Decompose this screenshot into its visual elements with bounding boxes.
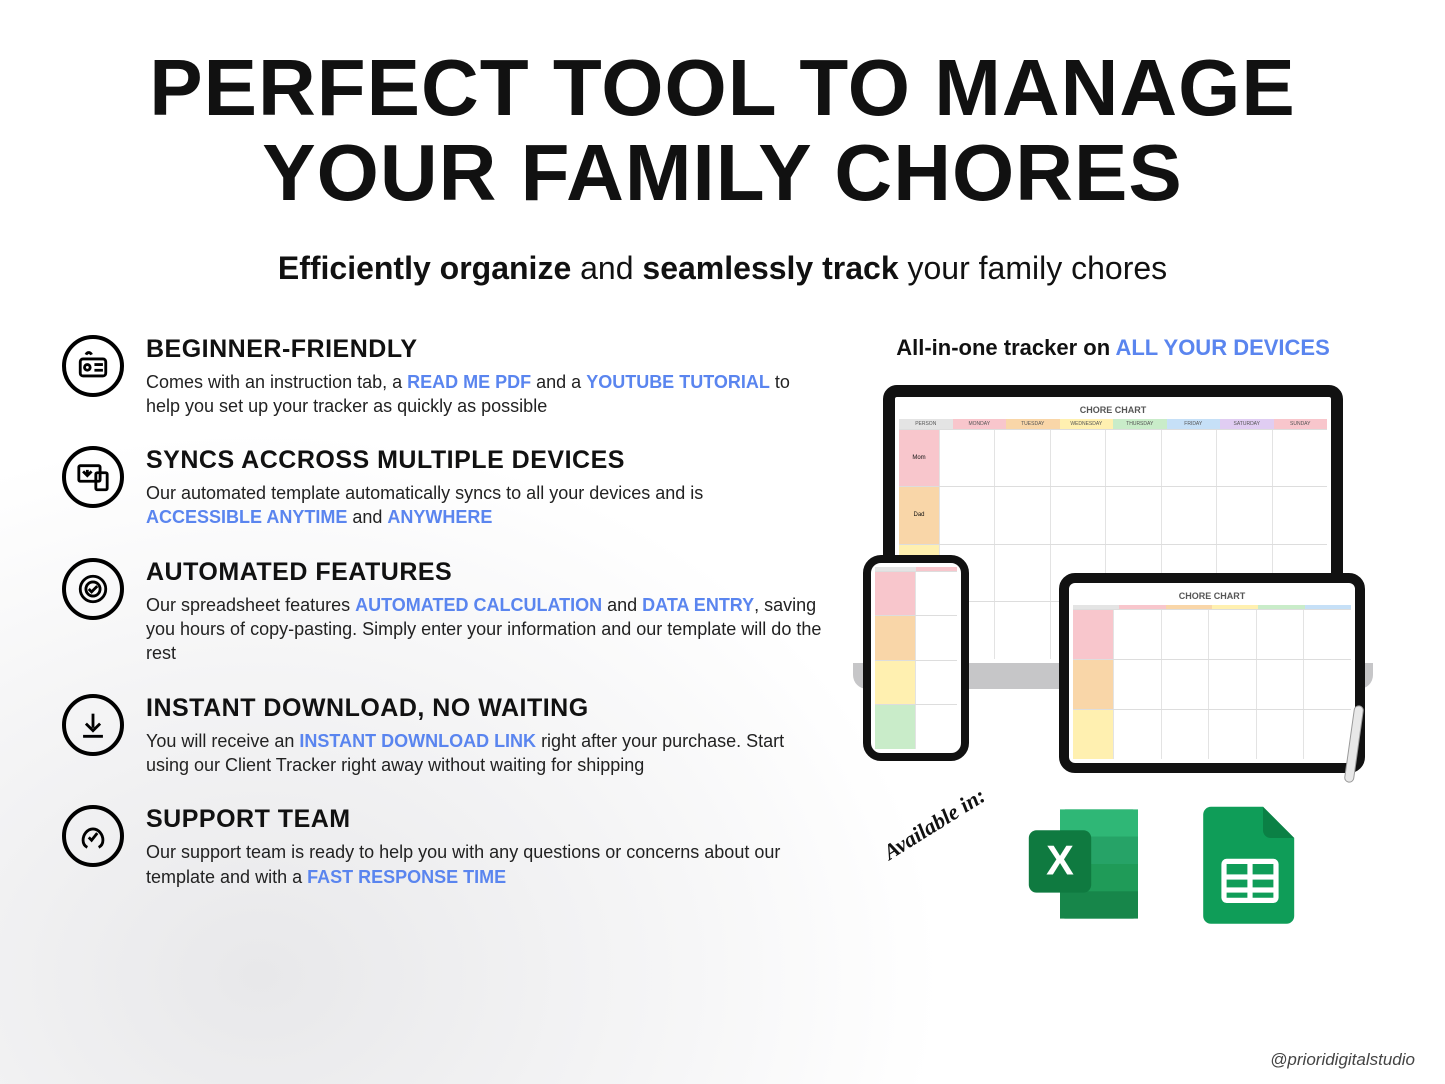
- tablet-mockup: CHORE CHART: [1059, 573, 1365, 773]
- devices-icon: [62, 446, 124, 508]
- support-icon: [62, 805, 124, 867]
- feature-download: INSTANT DOWNLOAD, NO WAITING You will re…: [62, 694, 823, 778]
- feature-desc: Our support team is ready to help you wi…: [146, 840, 823, 889]
- available-label: Available in:: [879, 782, 990, 865]
- feature-automated: AUTOMATED FEATURES Our spreadsheet featu…: [62, 558, 823, 666]
- gear-check-icon: [62, 558, 124, 620]
- feature-desc: Our spreadsheet features AUTOMATED CALCU…: [146, 593, 823, 666]
- feature-beginner: BEGINNER-FRIENDLY Comes with an instruct…: [62, 335, 823, 419]
- right-column: All-in-one tracker on ALL YOUR DEVICES C…: [843, 335, 1383, 929]
- download-icon: [62, 694, 124, 756]
- instruction-icon: [62, 335, 124, 397]
- feature-title: SUPPORT TEAM: [146, 805, 823, 834]
- feature-desc: You will receive an INSTANT DOWNLOAD LIN…: [146, 729, 823, 778]
- feature-sync: SYNCS ACCROSS MULTIPLE DEVICES Our autom…: [62, 446, 823, 530]
- feature-title: SYNCS ACCROSS MULTIPLE DEVICES: [146, 446, 823, 475]
- google-sheets-icon: [1185, 799, 1315, 929]
- feature-support: SUPPORT TEAM Our support team is ready t…: [62, 805, 823, 889]
- feature-desc: Our automated template automatically syn…: [146, 481, 823, 530]
- feature-list: BEGINNER-FRIENDLY Comes with an instruct…: [62, 335, 843, 929]
- excel-icon: X: [1021, 799, 1151, 929]
- feature-desc: Comes with an instruction tab, a READ ME…: [146, 370, 823, 419]
- svg-text:X: X: [1046, 836, 1074, 883]
- feature-title: AUTOMATED FEATURES: [146, 558, 823, 587]
- phone-mockup: [863, 555, 969, 761]
- feature-title: INSTANT DOWNLOAD, NO WAITING: [146, 694, 823, 723]
- device-mockups: CHORE CHART PERSON MONDAY TUESDAY WEDNES…: [853, 385, 1373, 785]
- devices-heading: All-in-one tracker on ALL YOUR DEVICES: [843, 335, 1383, 361]
- page-title: PERFECT TOOL TO MANAGE YOUR FAMILY CHORE…: [62, 46, 1383, 216]
- available-in: Available in: X: [843, 799, 1383, 929]
- author-handle: @prioridigitalstudio: [1270, 1050, 1415, 1070]
- feature-title: BEGINNER-FRIENDLY: [146, 335, 823, 364]
- subheading: Efficiently organize and seamlessly trac…: [62, 250, 1383, 287]
